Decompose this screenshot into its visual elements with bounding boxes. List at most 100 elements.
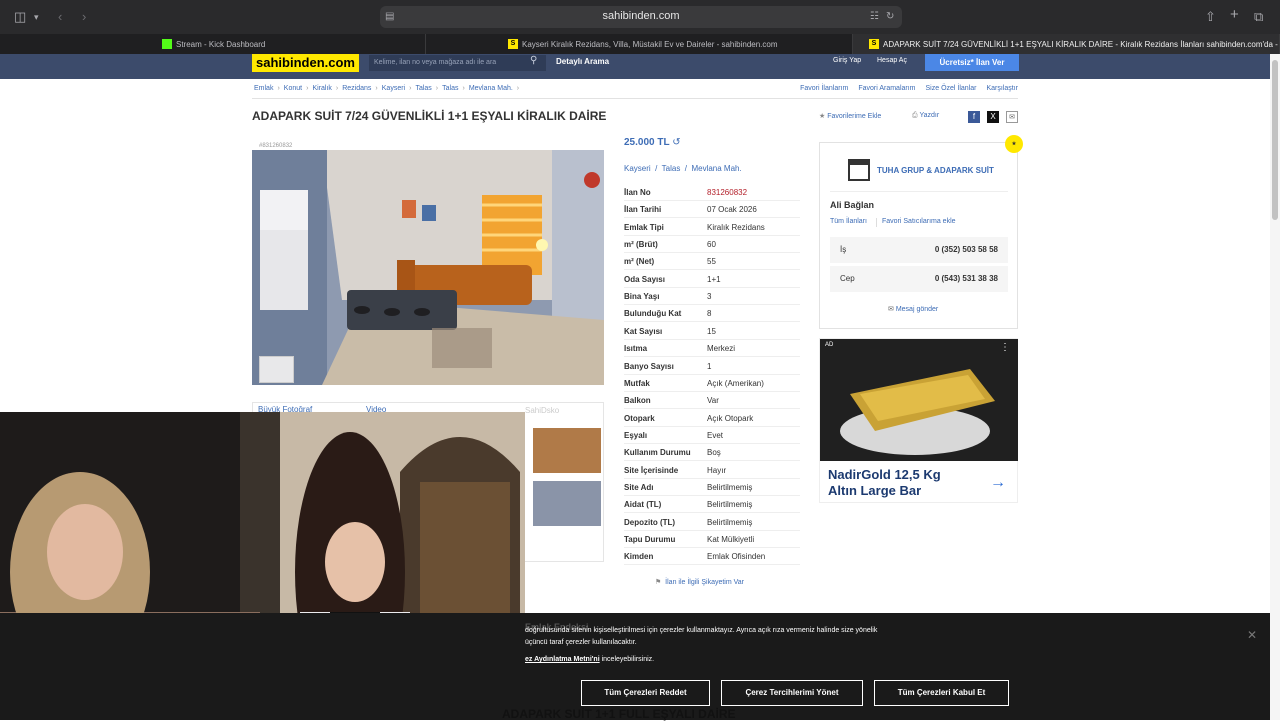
register-link[interactable]: Hesap Aç (877, 57, 907, 64)
detail-label: Kat Sayısı (624, 326, 663, 336)
compare-link[interactable]: Karşılaştır (986, 85, 1018, 92)
breadcrumb-item[interactable]: Kiralık (312, 85, 331, 92)
share-icon[interactable]: ⇧ (1205, 9, 1216, 25)
advertisement[interactable]: AD ⋮ NadirGold 12,5 Kg Altın Large Bar → (819, 338, 1018, 503)
x-twitter-icon[interactable]: X (987, 111, 999, 123)
new-tab-icon[interactable]: + (1230, 7, 1239, 23)
sahibinden-favicon-icon: S (869, 39, 879, 49)
listing-main-photo[interactable] (252, 150, 604, 385)
translate-icon[interactable]: ☷ (870, 9, 879, 25)
arrow-right-icon[interactable]: → (990, 474, 1006, 492)
detail-value: 831260832 (707, 188, 748, 197)
sidebar-toggle-icon[interactable]: ◫ (14, 9, 26, 25)
favorite-button[interactable]: ★ Favorilerime Ekle (819, 112, 881, 120)
more-options-icon[interactable]: ⋮ (1000, 342, 1010, 353)
thumbnail[interactable] (533, 481, 601, 526)
address-bar[interactable]: ▤ sahibinden.com ☷ ↻ (380, 6, 902, 28)
phone-row-work[interactable]: İş 0 (352) 503 58 58 (830, 237, 1008, 263)
cookie-banner: Emlak Endeksi doğrultusunda sitenin kişi… (0, 613, 1270, 721)
location-neighborhood[interactable]: Mevlana Mah. (691, 164, 741, 173)
scrollbar-thumb[interactable] (1272, 60, 1278, 220)
kick-favicon-icon (162, 39, 172, 49)
chevron-down-icon[interactable]: ▾ (34, 9, 39, 25)
detail-row: Mutfak Açık (Amerikan) (624, 375, 800, 392)
tab-listing[interactable]: S ADAPARK SUİT 7/24 GÜVENLİKLİ 1+1 EŞYAL… (853, 34, 1280, 54)
chat-icon: ✉ (888, 306, 894, 313)
all-ads-link[interactable]: Tüm İlanları (830, 218, 867, 225)
tab-label: Stream - Kick Dashboard (176, 39, 266, 49)
tab-kayseri[interactable]: S Kayseri Kiralık Rezidans, Villa, Müsta… (426, 34, 853, 54)
seller-badge-icon: ★ (1005, 135, 1023, 153)
detailed-search-link[interactable]: Detaylı Arama (556, 57, 609, 66)
page-title: ADAPARK SUİT 7/24 GÜVENLİKLİ 1+1 EŞYALI … (252, 109, 607, 123)
detail-value: Evet (707, 430, 724, 440)
adapark-watermark-logo (259, 356, 294, 383)
detail-row: Oda Sayısı 1+1 (624, 271, 800, 288)
accept-cookies-button[interactable]: Tüm Çerezleri Kabul Et (874, 680, 1009, 706)
detail-row: Tapu Durumu Kat Mülkiyetli (624, 531, 800, 548)
breadcrumb-item[interactable]: Emlak (254, 85, 273, 92)
search-input[interactable]: Kelime, ilan no veya mağaza adı ile ara (369, 55, 546, 71)
detail-label: Site İçerisinde (624, 465, 679, 475)
detail-row: Banyo Sayısı 1 (624, 358, 800, 375)
special-ads-link[interactable]: Size Özel İlanlar (926, 85, 977, 92)
phone-row-mobile[interactable]: Cep 0 (543) 531 38 38 (830, 266, 1008, 292)
breadcrumb-item[interactable]: Mevlana Mah. (469, 85, 513, 92)
cookie-text-line: üçüncü taraf çerezler kullanılacaktır. (525, 639, 637, 646)
detail-row: Depozito (TL) Belirtilmemiş (624, 514, 800, 531)
detail-label: Eşyalı (624, 430, 648, 440)
price-history-icon[interactable]: ↺ (672, 137, 680, 148)
detail-value: Belirtilmemiş (707, 482, 753, 492)
url-text: sahibinden.com (602, 10, 680, 22)
location: Kayseri / Talas / Mevlana Mah. (624, 164, 742, 173)
store-name[interactable]: TUHA GRUP & ADAPARK SUİT (877, 166, 994, 175)
favorite-ads-link[interactable]: Favori İlanlarım (800, 85, 848, 92)
post-ad-button[interactable]: Ücretsiz* İlan Ver (925, 54, 1019, 71)
privacy-notice-link[interactable]: ez Aydınlatma Metni'ni (525, 656, 600, 663)
back-icon[interactable]: ‹ (58, 9, 62, 25)
forward-icon[interactable]: › (82, 9, 86, 25)
detail-row: m² (Net) 55 (624, 253, 800, 271)
breadcrumb-item[interactable]: Konut (284, 85, 302, 92)
manage-cookies-button[interactable]: Çerez Tercihlerimi Yönet (721, 680, 863, 706)
facebook-icon[interactable]: f (968, 111, 980, 123)
breadcrumb-item[interactable]: Rezidans (342, 85, 371, 92)
tab-kick[interactable]: Stream - Kick Dashboard (0, 34, 426, 54)
breadcrumb-item[interactable]: Talas (415, 85, 431, 92)
detail-label: Otopark (624, 413, 655, 423)
reject-cookies-button[interactable]: Tüm Çerezleri Reddet (581, 680, 710, 706)
breadcrumb-item[interactable]: Talas (442, 85, 458, 92)
flag-icon: ⚑ (655, 579, 662, 586)
detail-row: Otopark Açık Otopark (624, 410, 800, 427)
detail-value: 15 (707, 326, 716, 336)
detail-value: Var (707, 396, 719, 406)
search-icon[interactable]: ⚲ (530, 55, 537, 66)
mail-icon[interactable]: ✉ (1006, 111, 1018, 123)
price: 25.000 TL ↺ (624, 137, 681, 148)
detail-row: İlan Tarihi 07 Ocak 2026 (624, 201, 800, 219)
breadcrumb-item[interactable]: Kayseri (382, 85, 405, 92)
thumbnail[interactable] (533, 428, 601, 473)
add-favorite-seller-link[interactable]: Favori Satıcılarıma ekle (882, 218, 956, 225)
detail-value: Kat Mülkiyetli (707, 535, 755, 544)
complaint-link[interactable]: ⚑ İlan ile İlgili Şikayetim Var (655, 578, 744, 586)
location-city[interactable]: Kayseri (624, 164, 651, 173)
tab-overview-icon[interactable]: ⧉ (1254, 9, 1263, 25)
detail-value: Belirtilmemiş (707, 517, 753, 527)
sahidsko-label[interactable]: SahiDsko (525, 406, 559, 415)
login-link[interactable]: Giriş Yap (833, 57, 861, 64)
location-district[interactable]: Talas (662, 164, 681, 173)
close-icon[interactable]: ✕ (1247, 628, 1257, 642)
reload-icon[interactable]: ↻ (886, 9, 894, 25)
ad-title: NadirGold 12,5 Kg Altın Large Bar (828, 467, 941, 499)
print-button[interactable]: ⎙ Yazdır (912, 112, 939, 120)
detail-row: Aidat (TL) Belirtilmemiş (624, 496, 800, 514)
send-message-link[interactable]: ✉ Mesaj gönder (888, 305, 938, 313)
description-heading: ADAPARK SUİT 1+1 FULL EŞYALI DAİRE (502, 707, 736, 721)
detail-value: Açık Otopark (707, 413, 754, 423)
detail-label: Emlak Tipi (624, 222, 664, 232)
site-logo[interactable]: sahibinden.com (252, 54, 359, 72)
favorite-searches-link[interactable]: Favori Aramalarım (858, 85, 915, 92)
detail-label: Depozito (TL) (624, 517, 676, 527)
detail-label: İlan Tarihi (624, 205, 662, 215)
